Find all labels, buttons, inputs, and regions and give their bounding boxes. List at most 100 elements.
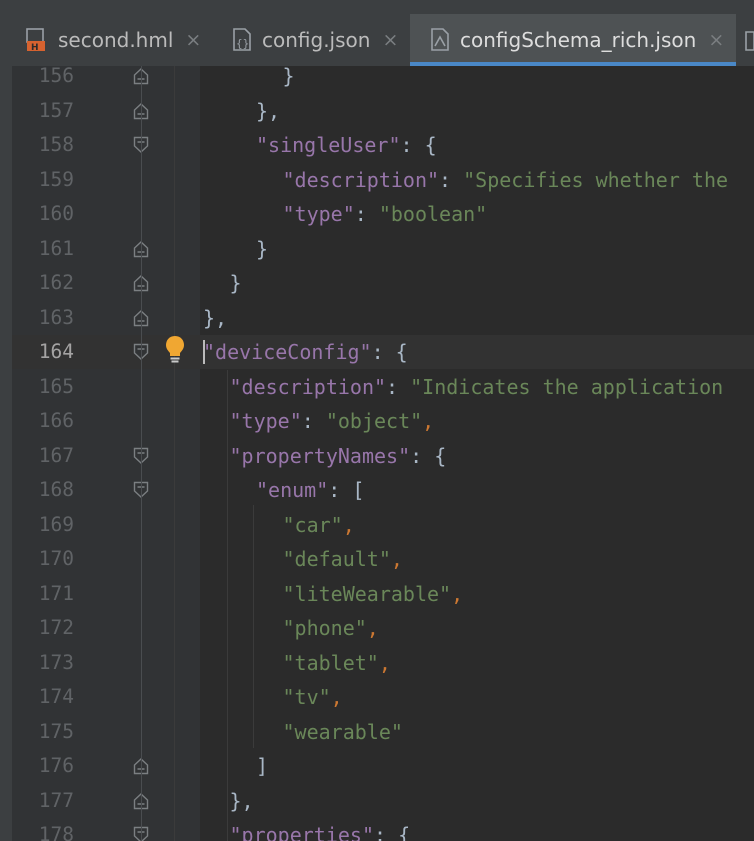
code-token: , xyxy=(330,685,343,709)
code-token: } xyxy=(256,236,269,261)
hml-file-icon: H xyxy=(26,28,45,53)
code-line: "properties": { xyxy=(230,818,411,841)
line-number: 165 xyxy=(38,374,74,398)
line-number: 177 xyxy=(38,788,74,812)
code-token: "tv" xyxy=(282,685,331,709)
code-line: } xyxy=(256,232,268,266)
line-number: 175 xyxy=(38,719,74,743)
line-number: 178 xyxy=(38,823,74,841)
line-number: 172 xyxy=(38,616,74,639)
code-token: , xyxy=(342,512,355,537)
tab-bar-edge xyxy=(0,14,12,66)
code-line: "car", xyxy=(283,508,355,542)
line-number: 174 xyxy=(38,685,74,708)
line-number: 173 xyxy=(38,650,74,674)
tab-label: second.hml xyxy=(58,28,174,52)
code-token: "phone" xyxy=(282,616,367,640)
tab-label: config.json xyxy=(262,28,371,52)
line-number: 157 xyxy=(38,98,74,122)
code-token: : { xyxy=(400,133,437,157)
code-line: "description": "Specifies whether the xyxy=(283,163,729,197)
line-number: 158 xyxy=(38,133,74,156)
line-number: 176 xyxy=(38,754,74,777)
code-line: ] xyxy=(256,749,268,783)
tab-label: configSchema_rich.json xyxy=(460,28,697,52)
code-token: "default" xyxy=(282,547,391,571)
indent-guide xyxy=(174,66,175,841)
line-number: 170 xyxy=(38,547,74,570)
line-number: 168 xyxy=(38,478,74,501)
code-token: }, xyxy=(203,305,228,330)
code-token: "properties" xyxy=(229,823,375,841)
code-token: "type" xyxy=(229,409,302,433)
code-token: "boolean" xyxy=(378,202,488,226)
line-number: 166 xyxy=(38,409,74,432)
tab-close-icon[interactable]: × xyxy=(382,29,398,51)
lightbulb-icon[interactable] xyxy=(164,334,186,364)
tab-config-json[interactable]: {} config.json × xyxy=(228,14,406,66)
svg-text:H: H xyxy=(31,43,39,53)
code-line: "enum": [ xyxy=(256,473,364,507)
code-token: "enum" xyxy=(256,478,329,502)
code-line: }, xyxy=(256,94,280,128)
code-token: : xyxy=(354,202,379,226)
code-line: "phone", xyxy=(283,611,379,645)
code-token: ] xyxy=(256,754,269,778)
code-token: "deviceConfig" xyxy=(203,340,372,364)
code-token: "propertyNames" xyxy=(229,443,411,468)
code-token: "description" xyxy=(229,374,387,399)
line-number: 167 xyxy=(38,443,74,467)
line-number: 164 xyxy=(38,340,74,363)
code-token: : { xyxy=(374,823,411,841)
code-token: "Specifies whether the xyxy=(463,167,729,192)
code-token: "liteWearable" xyxy=(282,581,452,606)
code-token: "tablet" xyxy=(282,650,379,675)
tab-close-icon[interactable]: × xyxy=(708,29,724,51)
code-token: , xyxy=(378,650,391,675)
code-token: "car" xyxy=(282,512,343,537)
code-token: "singleUser" xyxy=(256,133,401,157)
code-token: , xyxy=(451,581,464,606)
line-number: 160 xyxy=(38,202,74,225)
code-token: : xyxy=(439,167,464,192)
indent-guide xyxy=(253,505,254,748)
code-token: , xyxy=(390,547,403,571)
code-line: "wearable" xyxy=(283,715,403,749)
code-token: "object" xyxy=(325,409,423,433)
code-token: : { xyxy=(410,443,447,468)
code-token: , xyxy=(366,616,379,640)
code-token: "Indicates the application xyxy=(410,374,724,399)
code-line: }, xyxy=(203,301,227,335)
title-strip xyxy=(0,0,754,14)
code-line: "type": "boolean" xyxy=(283,197,488,231)
tab-configschema-rich-json[interactable]: configSchema_rich.json × xyxy=(410,14,736,66)
code-token: : xyxy=(301,409,326,433)
indent-guide xyxy=(227,370,228,841)
line-number: 156 xyxy=(38,64,74,87)
line-number: 169 xyxy=(38,512,74,536)
ide-window: H second.hml × {} config.json × configSc… xyxy=(0,0,754,841)
code-token: "description" xyxy=(282,167,440,192)
code-token: "type" xyxy=(282,202,355,226)
line-number: 163 xyxy=(38,305,74,329)
code-line: "propertyNames": { xyxy=(230,439,447,473)
overflow-tab-icon[interactable] xyxy=(742,28,754,54)
line-number: 159 xyxy=(38,167,74,191)
code-token: }, xyxy=(229,788,254,813)
tab-close-icon[interactable]: × xyxy=(185,29,201,51)
code-line: "tablet", xyxy=(283,646,391,680)
json-file-icon: {} xyxy=(233,28,251,51)
code-line: "description": "Indicates the applicatio… xyxy=(230,370,724,404)
fold-connector xyxy=(141,66,142,841)
line-number: 162 xyxy=(38,271,74,294)
code-line: "liteWearable", xyxy=(283,577,464,611)
code-token: }, xyxy=(256,98,281,123)
code-line: "deviceConfig": { xyxy=(203,335,408,369)
code-line: "type": "object", xyxy=(230,404,435,438)
line-number: 161 xyxy=(38,236,74,260)
code-token: "wearable" xyxy=(282,719,403,744)
code-token: } xyxy=(282,64,295,88)
code-line: } xyxy=(230,266,242,300)
code-token: : [ xyxy=(328,478,365,502)
code-line: "singleUser": { xyxy=(256,128,437,162)
